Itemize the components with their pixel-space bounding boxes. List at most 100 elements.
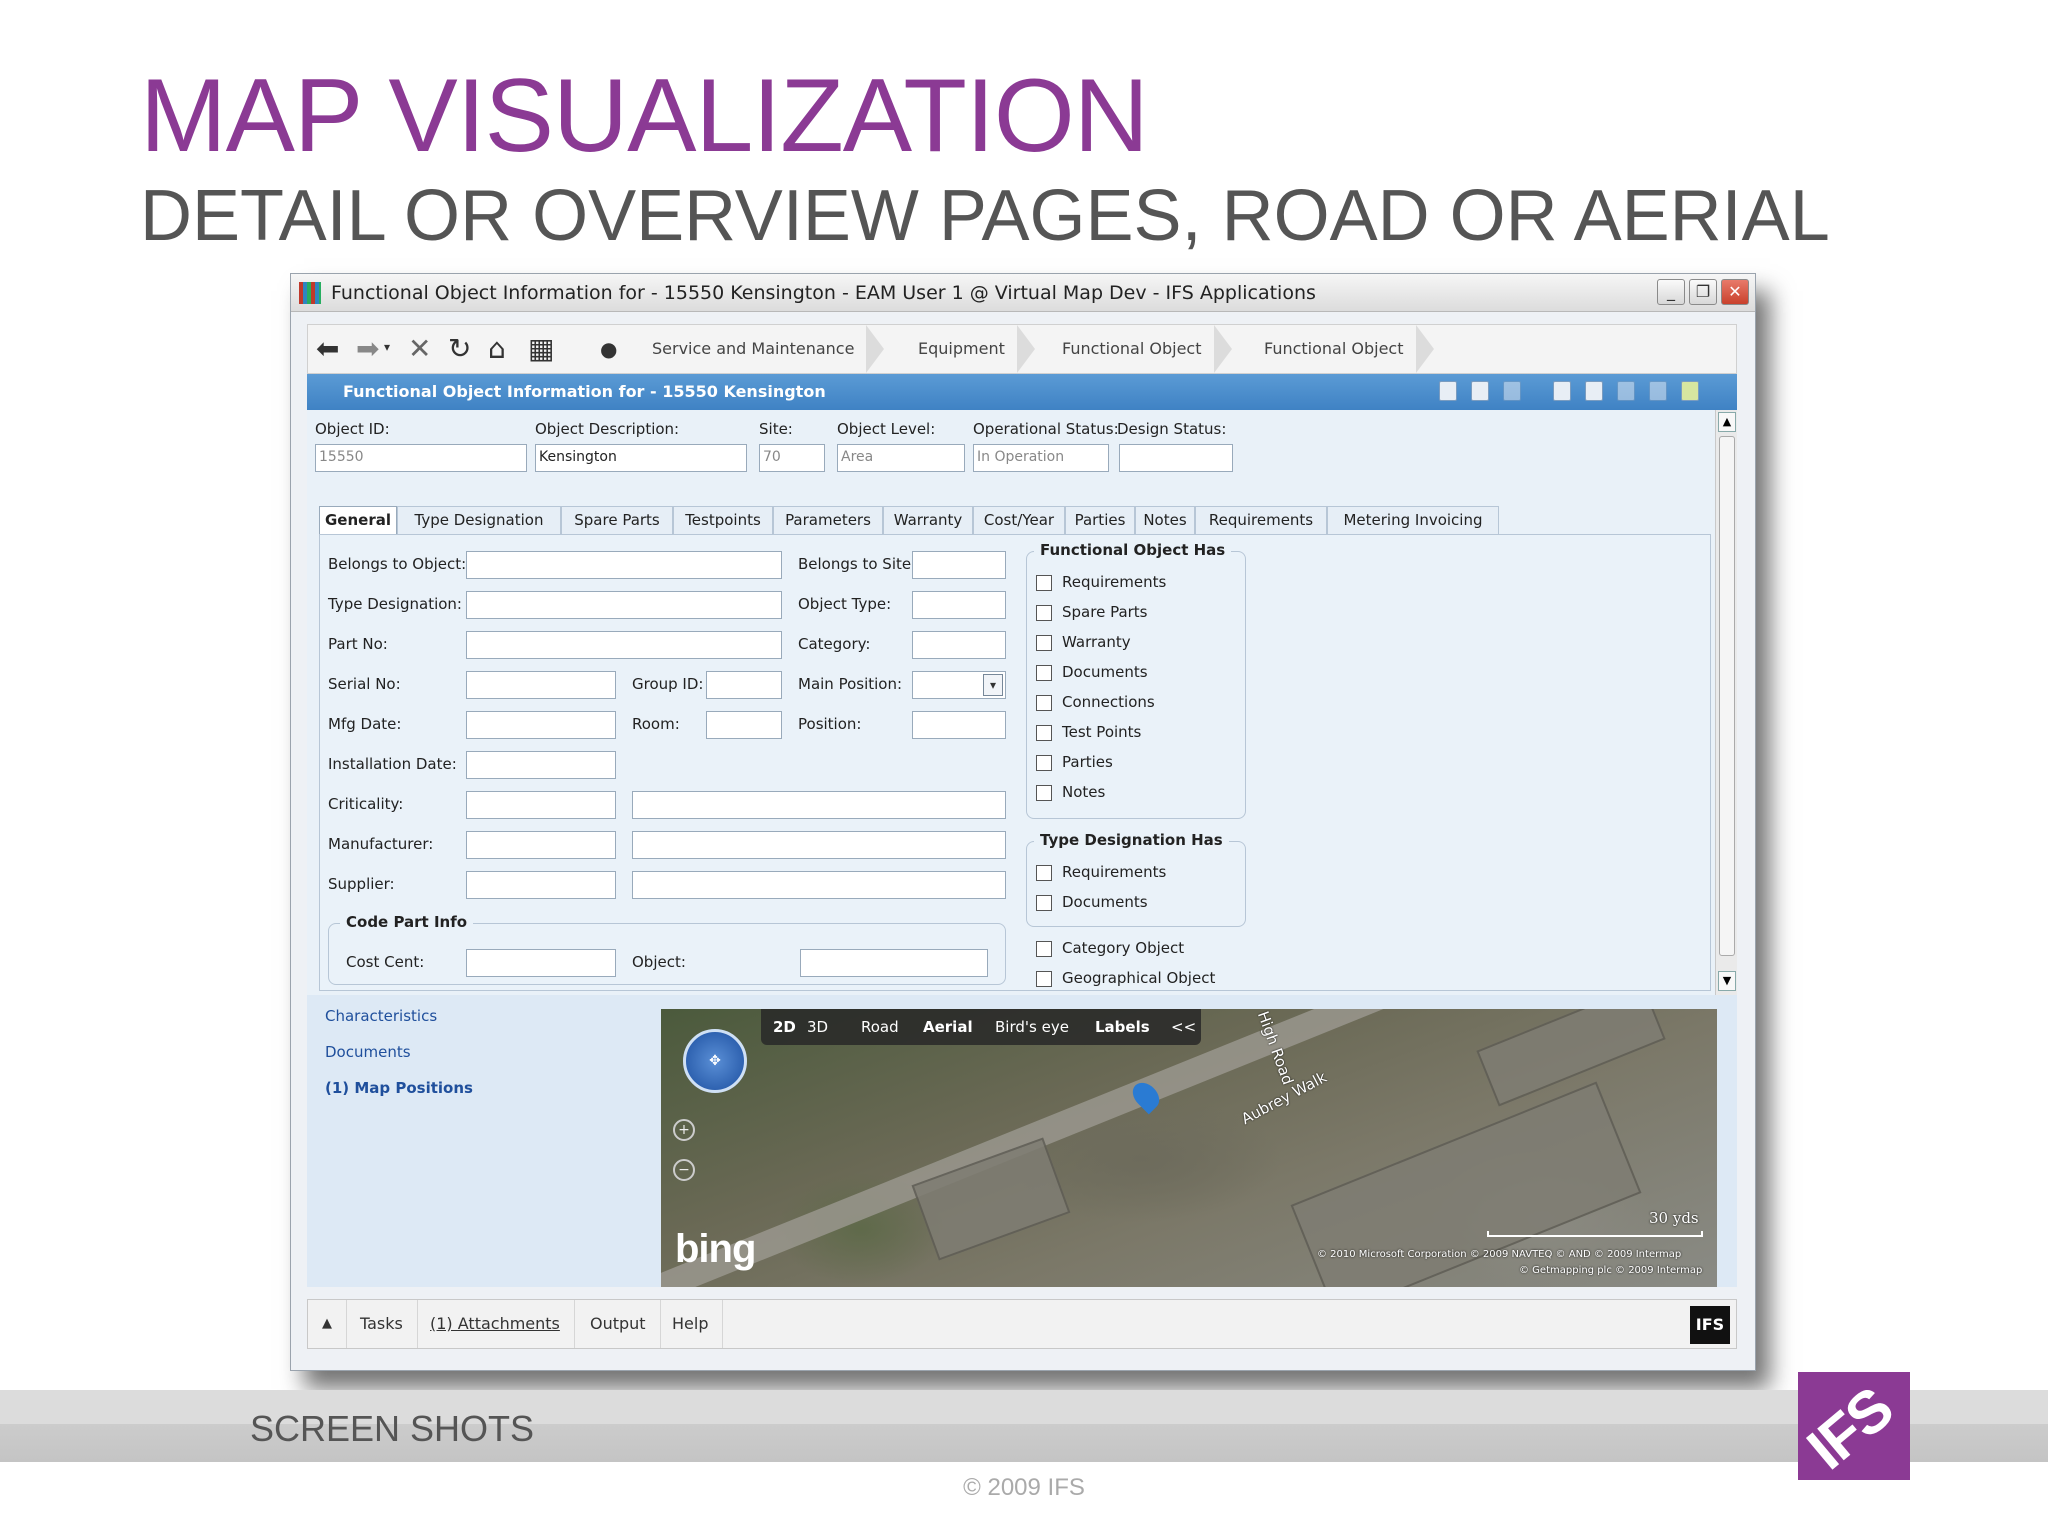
position-field[interactable] (912, 711, 1006, 739)
object-level-field[interactable]: Area (837, 444, 965, 472)
panel-toggle-up-icon[interactable]: ▲ (308, 1300, 347, 1348)
warranty-checkbox[interactable] (1036, 635, 1052, 651)
td-requirements-checkbox[interactable] (1036, 865, 1052, 881)
restore-button[interactable]: ❐ (1689, 279, 1717, 305)
requirements-checkbox[interactable] (1036, 575, 1052, 591)
breadcrumb-functional-object-2[interactable]: Functional Object (1240, 325, 1434, 373)
cancel-icon[interactable]: ✕ (408, 335, 431, 363)
object-type-field[interactable] (912, 591, 1006, 619)
site-field[interactable]: 70 (759, 444, 825, 472)
serial-no-field[interactable] (466, 671, 616, 699)
scroll-up-arrow-icon[interactable]: ▲ (1718, 412, 1736, 432)
documents-link[interactable]: Documents (325, 1043, 411, 1061)
breadcrumb-service-maintenance[interactable]: Service and Maintenance (628, 325, 885, 373)
attachments-button[interactable]: (1) Attachments (416, 1300, 575, 1348)
tab-type-designation[interactable]: Type Designation (397, 506, 561, 534)
part-no-field[interactable] (466, 631, 782, 659)
mfg-date-field[interactable] (466, 711, 616, 739)
type-designation-field[interactable] (466, 591, 782, 619)
edit-icon[interactable] (1617, 381, 1635, 401)
belongs-to-site-field[interactable] (912, 551, 1006, 579)
tab-notes[interactable]: Notes (1135, 506, 1195, 534)
map-pan-compass-icon[interactable]: ✥ (683, 1029, 747, 1093)
refresh-icon[interactable]: ↻ (448, 335, 471, 363)
manufacturer-name-field[interactable] (632, 831, 1006, 859)
tab-parties[interactable]: Parties (1065, 506, 1135, 534)
room-field[interactable] (706, 711, 782, 739)
tab-requirements[interactable]: Requirements (1195, 506, 1327, 534)
window-titlebar[interactable]: Functional Object Information for - 1555… (291, 274, 1755, 312)
aerial-map[interactable]: 2D 3D Road Aerial Bird's eye Labels << ✥… (661, 1009, 1717, 1287)
help-button[interactable]: Help (658, 1300, 724, 1348)
geographical-object-checkbox[interactable] (1036, 971, 1052, 987)
duplicate-icon[interactable] (1649, 381, 1667, 401)
category-field[interactable] (912, 631, 1006, 659)
scroll-thumb[interactable] (1719, 436, 1735, 956)
tab-warranty[interactable]: Warranty (883, 506, 973, 534)
map-road-button[interactable]: Road (861, 1018, 899, 1036)
vertical-scrollbar[interactable]: ▲ ▼ (1715, 410, 1737, 995)
back-arrow-icon[interactable]: ⬅ (316, 335, 339, 363)
criticality-field[interactable] (466, 791, 616, 819)
breadcrumb-functional-object[interactable]: Functional Object (1038, 325, 1232, 373)
zoom-out-icon[interactable]: − (673, 1159, 695, 1181)
map-3d-button[interactable]: 3D (807, 1018, 828, 1036)
characteristics-link[interactable]: Characteristics (325, 1007, 437, 1025)
spare-parts-checkbox[interactable] (1036, 605, 1052, 621)
object-field[interactable] (800, 949, 988, 977)
home-icon[interactable]: ⌂ (488, 335, 506, 363)
map-labels-button[interactable]: Labels (1095, 1018, 1150, 1036)
main-position-select[interactable]: ▾ (912, 671, 1006, 699)
test-points-checkbox[interactable] (1036, 725, 1052, 741)
chevron-down-icon[interactable]: ▾ (983, 674, 1003, 696)
site-label: Site: (759, 420, 793, 438)
chevron-down-icon[interactable]: ▾ (384, 341, 390, 353)
tasks-button[interactable]: Tasks (346, 1300, 418, 1348)
criticality-description-field[interactable] (632, 791, 1006, 819)
map-birds-eye-button[interactable]: Bird's eye (995, 1018, 1069, 1036)
map-positions-link[interactable]: (1) Map Positions (325, 1079, 473, 1097)
zoom-in-icon[interactable]: + (673, 1119, 695, 1141)
parties-checkbox[interactable] (1036, 755, 1052, 771)
tab-spare-parts[interactable]: Spare Parts (561, 506, 673, 534)
minimize-button[interactable]: _ (1657, 279, 1685, 305)
tab-cost-year[interactable]: Cost/Year (973, 506, 1065, 534)
category-object-checkbox[interactable] (1036, 941, 1052, 957)
map-2d-button[interactable]: 2D (773, 1018, 796, 1036)
supplier-field[interactable] (466, 871, 616, 899)
documents-checkbox[interactable] (1036, 665, 1052, 681)
grid-icon[interactable]: ▦ (528, 335, 554, 363)
installation-date-field[interactable] (466, 751, 616, 779)
group-id-field[interactable] (706, 671, 782, 699)
connections-checkbox[interactable] (1036, 695, 1052, 711)
tab-testpoints[interactable]: Testpoints (673, 506, 773, 534)
supplier-name-field[interactable] (632, 871, 1006, 899)
delete-icon[interactable] (1585, 381, 1603, 401)
tab-metering-invoicing[interactable]: Metering Invoicing (1327, 506, 1499, 534)
operational-status-field[interactable]: In Operation (973, 444, 1109, 472)
notes-checkbox[interactable] (1036, 785, 1052, 801)
breadcrumb-equipment[interactable]: Equipment (894, 325, 1035, 373)
forward-arrow-icon[interactable]: ➡ (356, 335, 379, 363)
belongs-to-object-field[interactable] (466, 551, 782, 579)
close-button[interactable]: ✕ (1721, 279, 1749, 305)
add-icon[interactable] (1553, 381, 1571, 401)
search-icon[interactable] (1471, 381, 1489, 401)
design-status-field[interactable] (1119, 444, 1233, 472)
output-button[interactable]: Output (576, 1300, 661, 1348)
bullet-icon[interactable]: ● (600, 339, 617, 359)
cost-cent-field[interactable] (466, 949, 616, 977)
scroll-down-arrow-icon[interactable]: ▼ (1718, 971, 1736, 991)
object-description-field[interactable]: Kensington (535, 444, 747, 472)
tab-general[interactable]: General (319, 506, 397, 536)
map-collapse-button[interactable]: << (1171, 1018, 1196, 1036)
manufacturer-field[interactable] (466, 831, 616, 859)
position-label: Position: (798, 715, 862, 733)
td-documents-checkbox[interactable] (1036, 895, 1052, 911)
save-icon[interactable] (1439, 381, 1457, 401)
tab-parameters[interactable]: Parameters (773, 506, 883, 534)
print-icon[interactable] (1503, 381, 1521, 401)
object-id-field[interactable]: 15550 (315, 444, 527, 472)
note-icon[interactable] (1681, 381, 1699, 401)
map-aerial-button[interactable]: Aerial (923, 1018, 973, 1036)
